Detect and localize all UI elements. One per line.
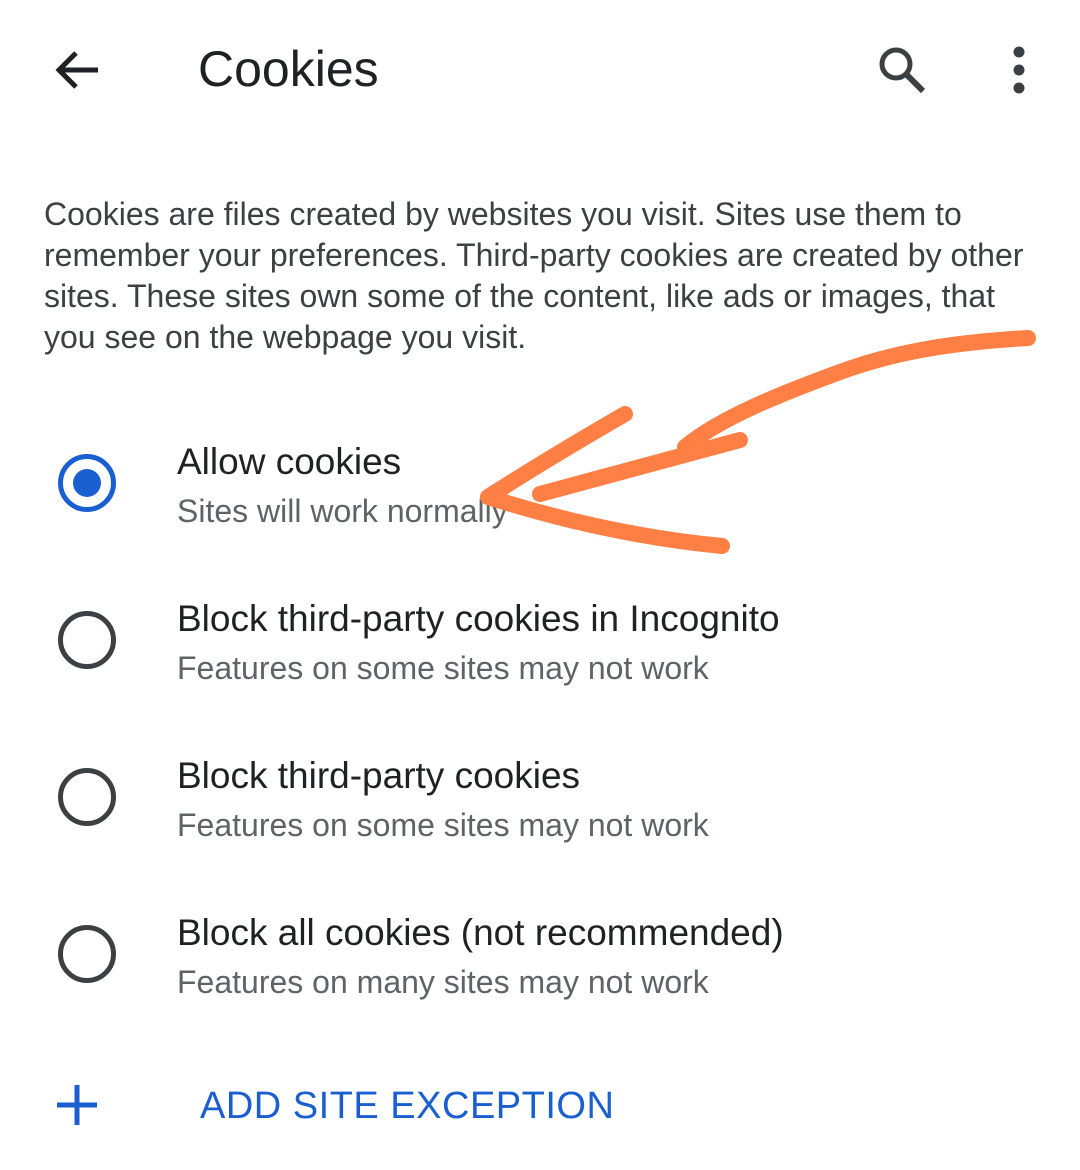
app-bar: Cookies xyxy=(0,0,1080,140)
search-icon xyxy=(879,47,926,94)
option-title: Block all cookies (not recommended) xyxy=(177,912,784,953)
page-title: Cookies xyxy=(198,41,379,97)
option-subtitle: Features on many sites may not work xyxy=(177,964,709,1000)
option-title: Allow cookies xyxy=(177,441,402,482)
option-block-third-party[interactable]: Block third-party cookies Features on so… xyxy=(0,734,1080,864)
option-block-third-party-incognito[interactable]: Block third-party cookies in Incognito F… xyxy=(0,577,1080,707)
radio-button[interactable] xyxy=(58,611,116,669)
option-subtitle: Features on some sites may not work xyxy=(177,650,709,686)
arrow-back-icon xyxy=(55,51,98,89)
option-subtitle: Features on some sites may not work xyxy=(177,807,709,843)
radio-button[interactable] xyxy=(58,925,116,983)
radio-button-checked[interactable] xyxy=(58,454,116,512)
option-title: Block third-party cookies xyxy=(177,755,581,796)
more-vert-icon xyxy=(1013,46,1025,94)
cookies-description: Cookies are files created by websites yo… xyxy=(44,196,1024,355)
plus-icon xyxy=(57,1085,97,1125)
option-allow-cookies[interactable]: Allow cookies Sites will work normally xyxy=(0,420,1080,550)
add-site-exception-label: ADD SITE EXCEPTION xyxy=(200,1085,615,1127)
back-button[interactable] xyxy=(40,34,116,106)
option-block-all-cookies[interactable]: Block all cookies (not recommended) Feat… xyxy=(0,891,1080,1021)
search-button[interactable] xyxy=(864,34,940,106)
radio-button[interactable] xyxy=(58,768,116,826)
option-subtitle: Sites will work normally xyxy=(177,493,508,529)
overflow-menu-button[interactable] xyxy=(984,34,1054,106)
option-title: Block third-party cookies in Incognito xyxy=(177,598,780,639)
add-site-exception-button[interactable]: ADD SITE EXCEPTION xyxy=(40,1070,640,1142)
